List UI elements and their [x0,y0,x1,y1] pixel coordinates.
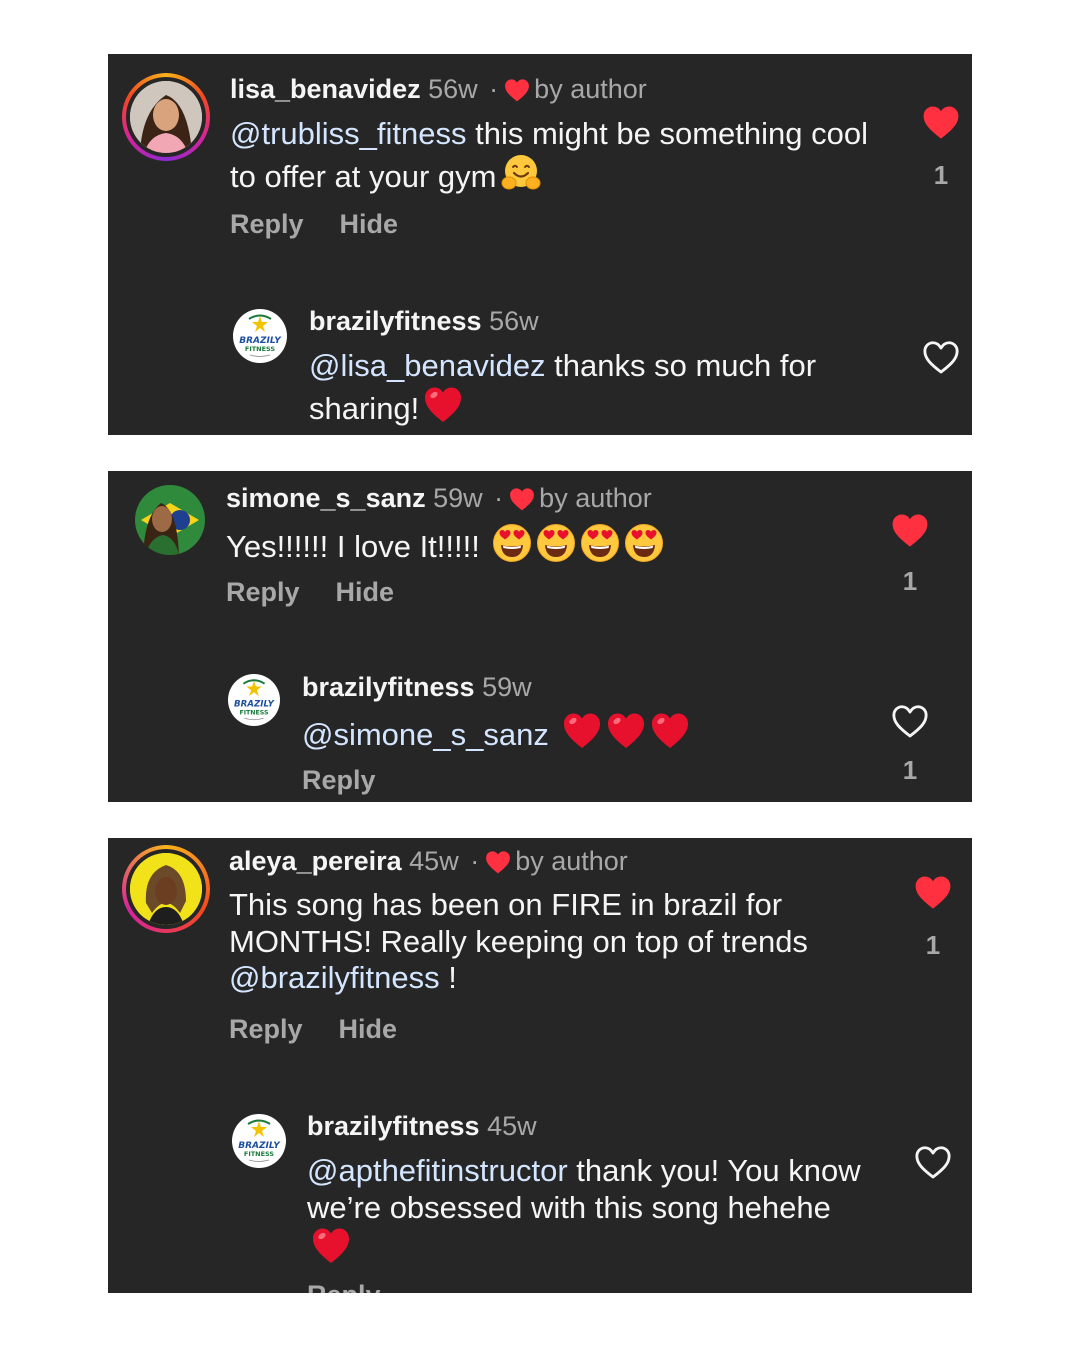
comment-header: aleya_pereira 45w · by author [229,846,628,876]
avatar[interactable]: BRAZILY FITNESS [233,309,287,363]
reply: BRAZILY FITNESS brazilyfitness 56w @lisa… [108,294,972,435]
profile-photo [130,853,202,925]
hide-button[interactable]: Hide [340,209,399,239]
timestamp: 45w [487,1111,537,1141]
reply-actions: Reply [302,765,412,796]
by-author-label: by author [539,483,652,513]
comment-thread-3: aleya_pereira 45w · by author This song h… [108,838,972,1293]
reply-header: brazilyfitness 59w [302,670,532,704]
avatar[interactable] [135,485,205,555]
avatar[interactable]: BRAZILY FITNESS [228,674,280,726]
like-count: 1 [902,755,918,785]
comment-thread-1: lisa_benavidez 56w · by author @trubliss_… [108,54,972,435]
username[interactable]: lisa_benavidez [230,74,421,104]
reply-actions: Reply [307,1280,417,1293]
username[interactable]: brazilyfitness [307,1111,480,1141]
comment-text: Yes!!!!!! I love It!!!!! [226,523,866,566]
heart-eyes-icon [624,523,664,563]
like-count: 1 [902,566,918,596]
reply-header: brazilyfitness 45w [307,1109,537,1143]
username[interactable]: aleya_pereira [229,846,402,876]
liked-by-author-icon [485,850,511,874]
comment: lisa_benavidez 56w · by author @trubliss_… [108,54,972,254]
logo-line2: FITNESS [244,1150,275,1158]
avatar[interactable] [122,845,210,933]
like-count: 1 [925,930,941,960]
comment-actions: Reply Hide [230,209,434,240]
like-heart-outline-icon[interactable] [922,339,960,375]
brazily-logo: BRAZILY FITNESS [233,309,287,363]
logo-line2: FITNESS [245,345,276,353]
username[interactable]: brazilyfitness [309,306,482,336]
timestamp: 56w [489,306,539,336]
mention-link[interactable]: @simone_s_sanz [302,717,549,752]
comment-body-end: ! [439,960,457,995]
red-heart-emoji-icon [311,1226,351,1266]
mention-link[interactable]: @trubliss_fitness [230,116,467,151]
logo-line2: FITNESS [239,709,269,716]
avatar[interactable]: BRAZILY FITNESS [232,1114,286,1168]
by-author-label: by author [534,74,647,104]
by-author-label: by author [515,846,628,876]
hugging-face-icon [501,153,541,193]
brazily-logo: BRAZILY FITNESS [228,674,280,726]
like-count: 1 [933,160,949,190]
liked-by-author-icon [504,78,530,102]
comment: simone_s_sanz 59w · by author Yes!!!!!! I… [108,471,972,651]
timestamp: 45w [409,846,459,876]
hide-button[interactable]: Hide [336,577,395,607]
timestamp: 59w [482,672,532,702]
username[interactable]: brazilyfitness [302,672,475,702]
mention-link[interactable]: @apthefitinstructor [307,1153,568,1188]
liked-by-author-icon [509,487,535,511]
like-heart-icon[interactable] [914,874,952,910]
timestamp: 59w [433,483,483,513]
comment-header: simone_s_sanz 59w · by author [226,483,652,513]
reply-button[interactable]: Reply [230,209,304,239]
comment-body: Yes!!!!!! I love It!!!!! [226,529,480,564]
avatar[interactable] [122,73,210,161]
red-heart-emoji-icon [650,711,690,751]
comment: aleya_pereira 45w · by author This song h… [108,838,972,1078]
comment-thread-2: simone_s_sanz 59w · by author Yes!!!!!! I… [108,471,972,802]
comment-header: lisa_benavidez 56w · by author [230,74,647,104]
reply: BRAZILY FITNESS brazilyfitness 59w @simo… [108,661,972,802]
heart-eyes-icon [536,523,576,563]
mention-link[interactable]: @brazilyfitness [229,960,440,995]
mention-link[interactable]: @lisa_benavidez [309,348,546,383]
reply-text: @lisa_benavidez thanks so much for shari… [309,348,869,427]
timestamp: 56w [428,74,478,104]
reply-button[interactable]: Reply [307,1280,381,1293]
reply-button[interactable]: Reply [229,1014,303,1044]
like-heart-outline-icon[interactable] [914,1144,952,1180]
comment-text: @trubliss_fitness this might be somethin… [230,116,870,195]
reply-text: @simone_s_sanz [302,711,862,754]
red-heart-emoji-icon [606,711,646,751]
profile-photo [135,485,205,555]
reply-button[interactable]: Reply [226,577,300,607]
comment-text: This song has been on FIRE in brazil for… [229,887,869,997]
username[interactable]: simone_s_sanz [226,483,426,513]
like-heart-outline-icon[interactable] [891,703,929,739]
heart-eyes-icon [492,523,532,563]
heart-eyes-icon [580,523,620,563]
reply: BRAZILY FITNESS brazilyfitness 45w @apth… [108,1108,972,1293]
brazily-logo: BRAZILY FITNESS [232,1114,286,1168]
reply-button[interactable]: Reply [302,765,376,795]
logo-line1: BRAZILY [234,700,275,710]
like-heart-icon[interactable] [922,104,960,140]
red-heart-emoji-icon [423,385,463,425]
comment-actions: Reply Hide [229,1014,433,1045]
red-heart-emoji-icon [562,711,602,751]
hide-button[interactable]: Hide [339,1014,398,1044]
comment-body: This song has been on FIRE in brazil for… [229,887,808,959]
profile-photo [130,81,202,153]
like-heart-icon[interactable] [891,512,929,548]
reply-header: brazilyfitness 56w [309,304,539,338]
reply-text: @apthefitinstructor thank you! You know … [307,1153,867,1269]
comment-actions: Reply Hide [226,577,430,608]
